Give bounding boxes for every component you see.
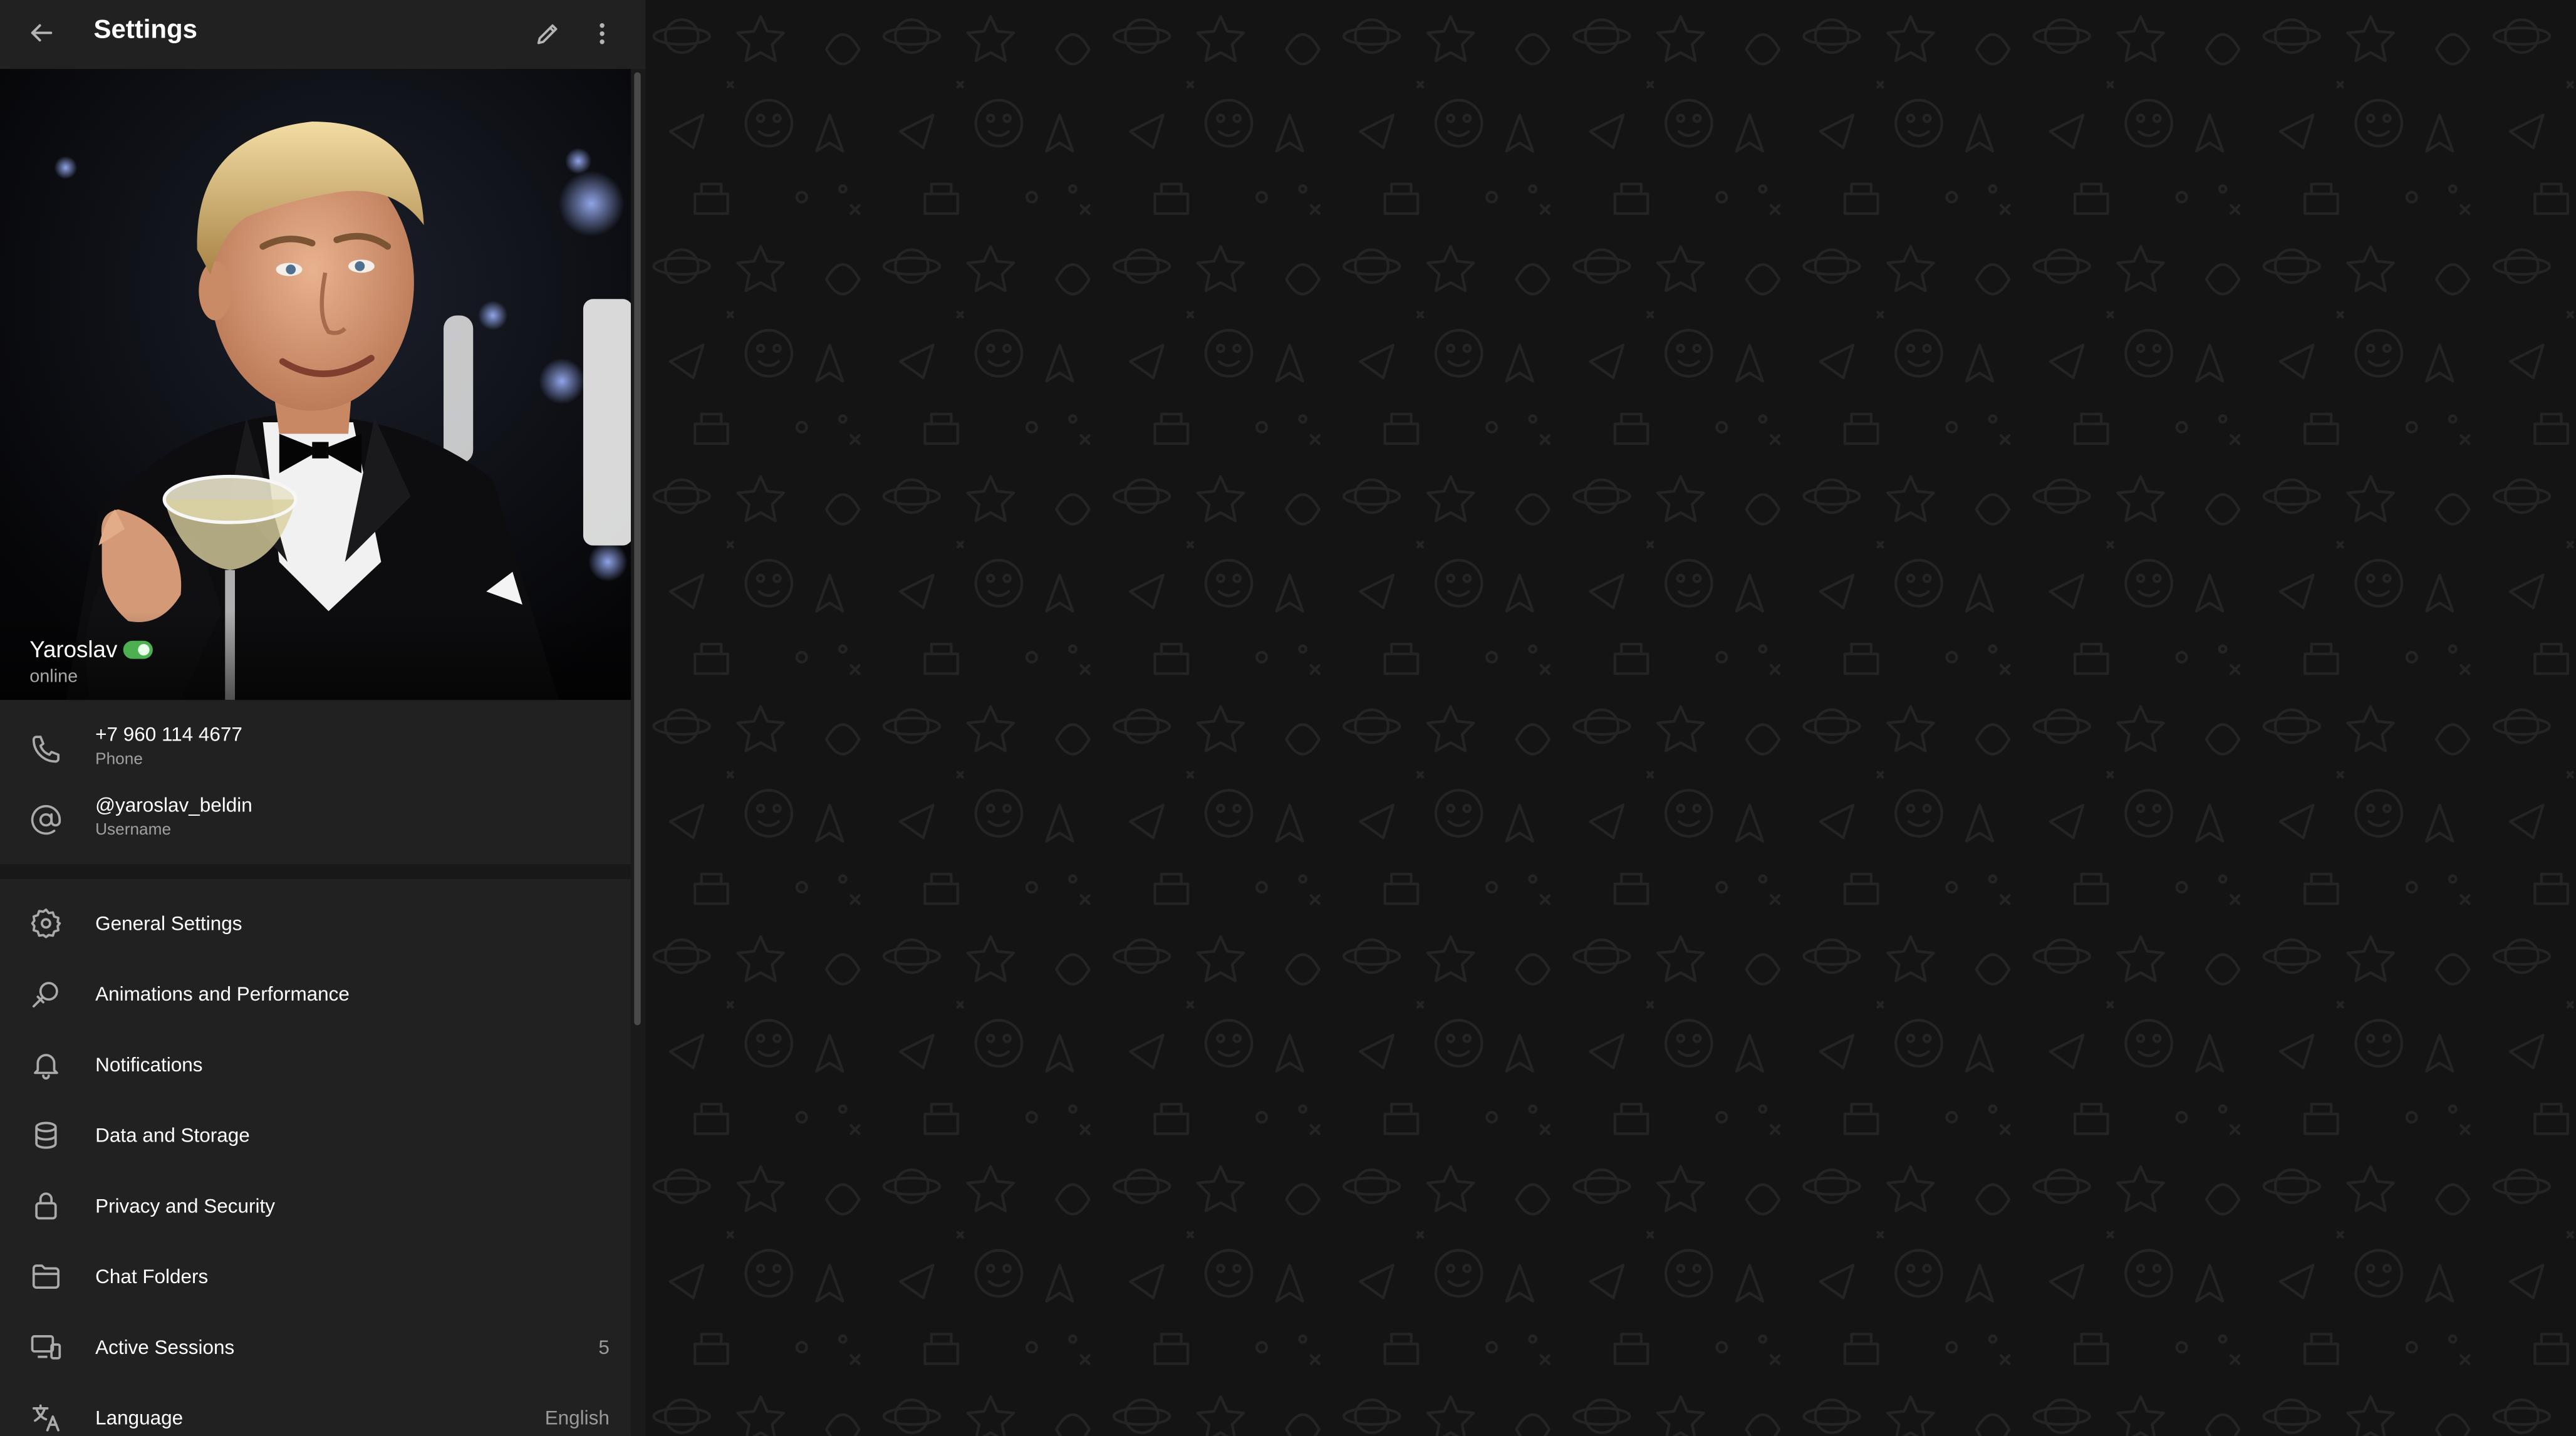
menu-item-animations[interactable]: Animations and Performance xyxy=(0,959,631,1030)
phone-row[interactable]: +7 960 114 4677 Phone xyxy=(0,713,631,784)
settings-scroll-area[interactable]: Yaroslav online +7 960 114 4677 Phone @y… xyxy=(0,69,646,1436)
phone-icon xyxy=(29,733,62,766)
bell-icon xyxy=(29,1048,62,1081)
menu-item-label: Data and Storage xyxy=(95,1123,250,1147)
menu-item-notifications[interactable]: Notifications xyxy=(0,1030,631,1101)
profile-name-row: Yaroslav xyxy=(29,635,154,662)
settings-header: Settings xyxy=(0,0,646,70)
username-row[interactable]: @yaroslav_beldin Username xyxy=(0,784,631,855)
scrollbar-thumb[interactable] xyxy=(634,72,641,1026)
database-icon xyxy=(29,1119,62,1152)
language-value: English xyxy=(544,1406,610,1430)
more-options-button[interactable] xyxy=(578,10,624,56)
back-arrow-icon xyxy=(26,18,56,48)
pencil-icon xyxy=(533,19,561,47)
profile-status: online xyxy=(29,667,78,687)
doodle-pattern xyxy=(645,0,2576,1436)
devices-icon xyxy=(29,1331,62,1363)
telegram-window: Settings Yaroslav online +7 960 114 4677… xyxy=(0,0,2576,1436)
folder-icon xyxy=(29,1260,62,1293)
settings-panel: Settings Yaroslav online +7 960 114 4677… xyxy=(0,0,646,1436)
profile-photo[interactable]: Yaroslav online xyxy=(0,69,631,700)
username-label: Username xyxy=(95,821,172,840)
menu-item-label: Chat Folders xyxy=(95,1265,209,1288)
edit-profile-button[interactable] xyxy=(524,10,570,56)
menu-item-label: Active Sessions xyxy=(95,1336,235,1359)
menu-item-data-storage[interactable]: Data and Storage xyxy=(0,1101,631,1172)
menu-item-label: Language xyxy=(95,1406,184,1430)
more-vertical-icon xyxy=(588,19,616,47)
profile-name: Yaroslav xyxy=(29,635,118,662)
menu-item-label: Animations and Performance xyxy=(95,982,350,1006)
phone-label: Phone xyxy=(95,751,143,769)
menu-item-privacy[interactable]: Privacy and Security xyxy=(0,1172,631,1242)
status-badge xyxy=(123,640,154,658)
at-sign-icon xyxy=(29,803,62,836)
menu-item-label: Notifications xyxy=(95,1053,203,1076)
menu-item-general-settings[interactable]: General Settings xyxy=(0,889,631,960)
translate-icon xyxy=(29,1402,62,1434)
menu-item-label: General Settings xyxy=(95,912,242,935)
lock-icon xyxy=(29,1190,62,1222)
back-button[interactable] xyxy=(18,10,64,56)
section-divider xyxy=(0,864,631,879)
animation-icon xyxy=(29,977,62,1010)
sessions-count: 5 xyxy=(598,1336,610,1359)
menu-item-active-sessions[interactable]: Active Sessions 5 xyxy=(0,1313,631,1383)
phone-number: +7 960 114 4677 xyxy=(95,722,242,746)
menu-item-chat-folders[interactable]: Chat Folders xyxy=(0,1242,631,1313)
profile-photo-image xyxy=(0,69,631,700)
menu-item-language[interactable]: Language English xyxy=(0,1383,631,1436)
username-value: @yaroslav_beldin xyxy=(95,793,252,817)
page-title: Settings xyxy=(93,16,198,44)
chat-background xyxy=(645,0,2576,1436)
gear-icon xyxy=(29,907,62,940)
menu-item-label: Privacy and Security xyxy=(95,1194,275,1218)
settings-scrollbar[interactable] xyxy=(631,69,646,1436)
